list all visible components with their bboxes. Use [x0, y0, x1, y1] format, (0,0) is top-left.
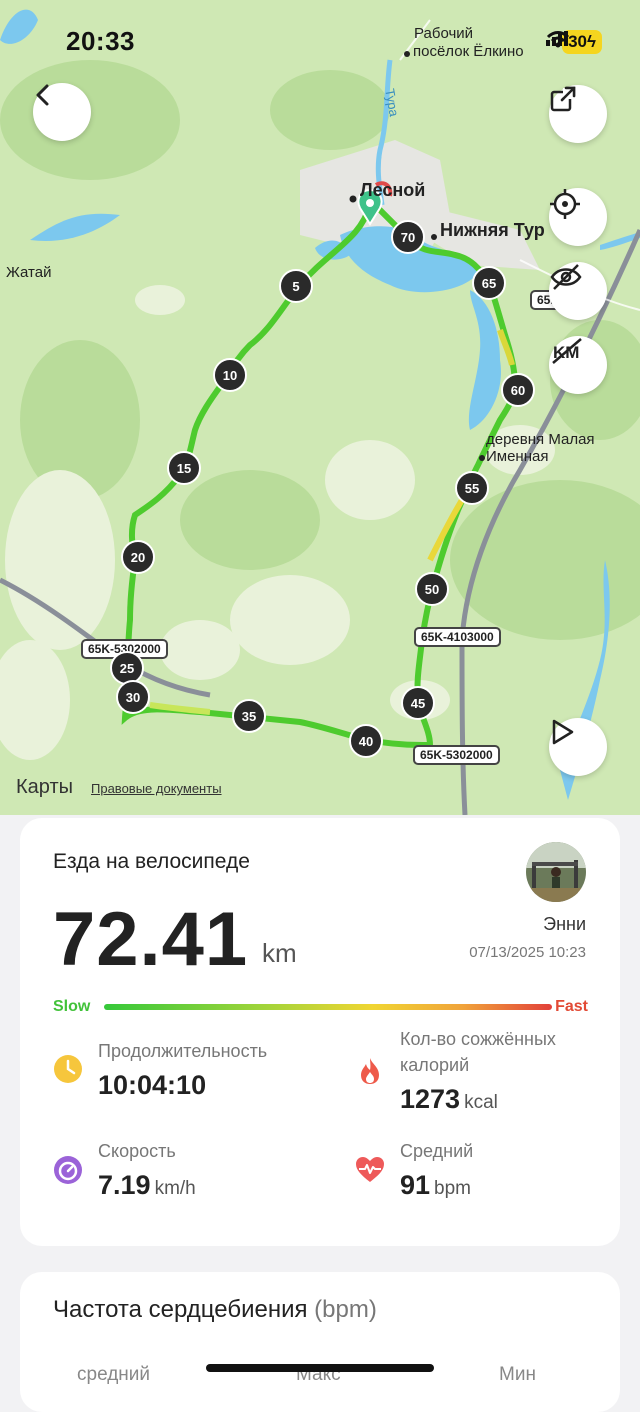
calories-unit: kcal [464, 1092, 498, 1113]
map-label-zhatay: Жатай [6, 264, 52, 281]
locate-button[interactable] [549, 188, 607, 246]
play-route-button[interactable] [549, 718, 607, 776]
battery-level: 30 [568, 32, 587, 51]
avg-label: Средний [400, 1141, 474, 1161]
distance-value: 72.41 [53, 897, 249, 982]
speed-label: Скорость [98, 1141, 176, 1161]
activity-title: Езда на велосипеде [53, 850, 250, 873]
duration-value: 10:04:10 [98, 1070, 207, 1100]
avatar[interactable] [526, 842, 586, 902]
speed-icon [53, 1155, 83, 1185]
flame-icon [355, 1056, 385, 1086]
duration-label: Продолжительность [98, 1041, 268, 1061]
map-label-rabochiy: Рабочий [414, 25, 474, 42]
workout-summary-card: Езда на велосипеде 72.41 km Энни 07/13/2… [20, 818, 620, 1246]
heart-rate-title: Частота сердцебиения (bpm) [53, 1296, 377, 1324]
hr-avg-label: средний [77, 1364, 151, 1385]
km-marker: 20 [121, 540, 155, 574]
km-marker: 55 [455, 471, 489, 505]
km-marker: 35 [232, 699, 266, 733]
road-badge: 65K-5302000 [413, 745, 500, 765]
hide-route-button[interactable] [549, 262, 607, 320]
workout-date: 07/13/2025 10:23 [469, 944, 586, 961]
km-marker: 45 [401, 686, 435, 720]
map-label-nizhnyaya-tura: Нижняя Тур [440, 220, 545, 240]
apple-maps-logo: Карты [16, 776, 73, 799]
km-marker: 60 [501, 373, 535, 407]
speed-value: 7.19 [98, 1170, 151, 1200]
route-map[interactable]: 20:33 30ϟ Рабочий посёлок Ёлкино Тура Ле… [0, 0, 640, 815]
home-indicator[interactable] [206, 1364, 434, 1372]
calories-label: Кол-во сожжённых калорий [400, 1029, 556, 1075]
km-marker: 50 [415, 572, 449, 606]
back-button[interactable] [33, 83, 91, 141]
heart-rate-title-text: Частота сердцебиения [53, 1296, 308, 1323]
distance-unit: km [262, 938, 297, 968]
calories-metric: 1273 kcal [400, 1084, 498, 1115]
speed-metric: 7.19 km/h [98, 1170, 196, 1201]
road-badge: 65K-4103000 [414, 627, 501, 647]
km-marker: 65 [472, 266, 506, 300]
fast-label: Fast [555, 998, 588, 1015]
km-marker: 70 [391, 220, 425, 254]
heart-rate-icon [355, 1155, 385, 1185]
maps-label: Карты [16, 776, 73, 798]
status-time: 20:33 [66, 26, 135, 56]
share-button[interactable] [549, 85, 607, 143]
avg-metric: 91 bpm [400, 1170, 471, 1201]
calories-value: 1273 [400, 1084, 461, 1114]
map-attribution: Карты Правовые документы [16, 776, 222, 799]
km-marker: 30 [116, 680, 150, 714]
charging-icon: ϟ [587, 32, 596, 51]
hr-min-label: Мин [499, 1364, 536, 1385]
speed-unit: km/h [154, 1178, 196, 1199]
heart-rate-unit: (bpm) [314, 1296, 377, 1323]
km-marker: 40 [349, 724, 383, 758]
km-markers-toggle[interactable]: KM [549, 336, 607, 394]
clock-icon [53, 1054, 83, 1084]
speed-gradient [104, 1004, 552, 1010]
km-marker: 15 [167, 451, 201, 485]
map-label-imennaya: Именная [486, 448, 549, 465]
km-marker: 5 [279, 269, 313, 303]
slow-label: Slow [53, 998, 91, 1015]
heart-rate-card[interactable]: Частота сердцебиения (bpm) средний Макс … [20, 1272, 620, 1412]
map-label-lesnoy: Лесной [360, 180, 426, 200]
legal-link[interactable]: Правовые документы [91, 781, 222, 796]
avg-value: 91 [400, 1170, 431, 1200]
km-marker: 10 [213, 358, 247, 392]
map-label-derevnya-malaya: деревня Малая [486, 431, 595, 448]
map-canvas [0, 9, 640, 815]
status-icons: 30ϟ [546, 30, 602, 54]
avg-unit: bpm [434, 1178, 472, 1199]
user-name: Энни [543, 914, 586, 934]
map-label-poselok: посёлок Ёлкино [413, 43, 524, 60]
